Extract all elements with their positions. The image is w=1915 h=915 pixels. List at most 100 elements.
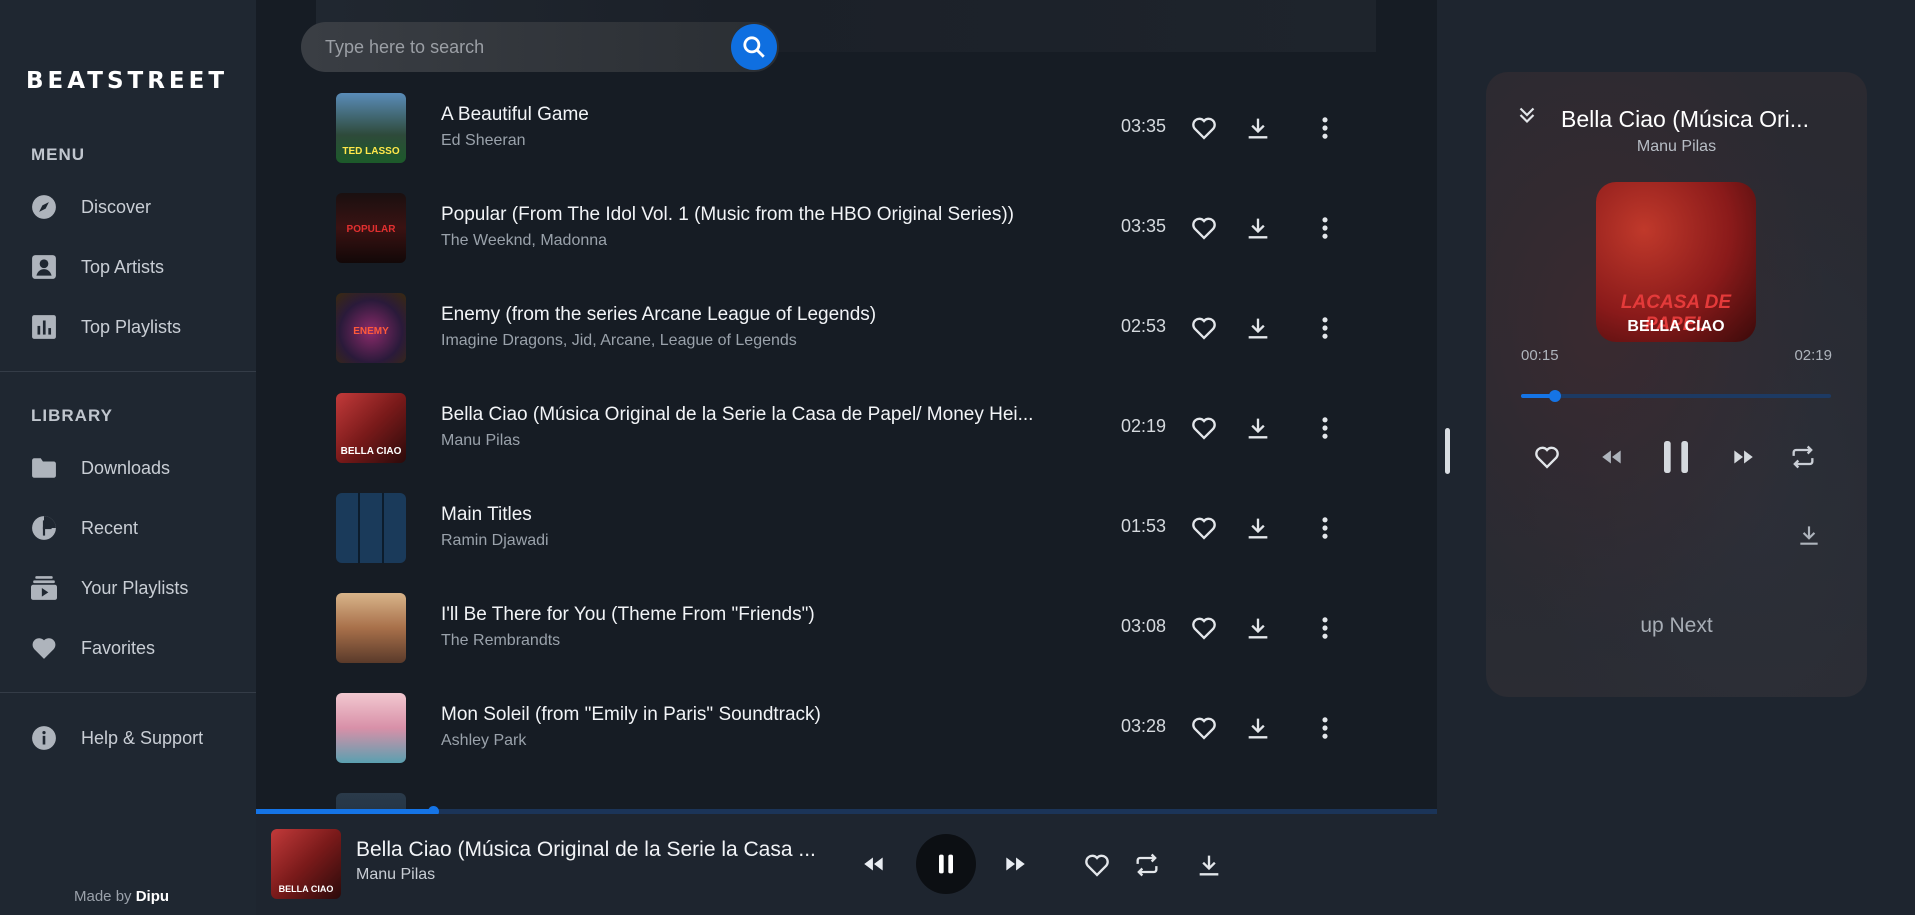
download-button[interactable] bbox=[1244, 514, 1272, 542]
song-row[interactable]: Main Titles Ramin Djawadi 01:53 bbox=[336, 478, 1366, 578]
song-artist[interactable]: Manu Pilas bbox=[441, 432, 520, 450]
more-options-button[interactable] bbox=[1311, 114, 1339, 142]
next-button[interactable] bbox=[1001, 850, 1029, 878]
pause-icon bbox=[1664, 441, 1688, 473]
heart-icon bbox=[32, 638, 56, 659]
download-button[interactable] bbox=[1244, 114, 1272, 142]
made-by-name[interactable]: Dipu bbox=[136, 888, 169, 905]
more-vertical-icon bbox=[1322, 517, 1328, 539]
download-button[interactable] bbox=[1244, 314, 1272, 342]
download-button[interactable] bbox=[1244, 714, 1272, 742]
chart-icon bbox=[32, 315, 56, 339]
search-input[interactable] bbox=[325, 22, 725, 72]
sidebar-item-top-playlists[interactable]: Top Playlists bbox=[31, 307, 241, 347]
like-button[interactable] bbox=[1190, 614, 1218, 642]
like-button[interactable] bbox=[1190, 414, 1218, 442]
panel-download-button[interactable] bbox=[1794, 520, 1824, 550]
album-art bbox=[336, 493, 406, 563]
more-options-button[interactable] bbox=[1311, 214, 1339, 242]
song-artist[interactable]: Ed Sheeran bbox=[441, 132, 526, 150]
sidebar-divider bbox=[0, 371, 256, 372]
song-row[interactable]: ENEMY Enemy (from the series Arcane Leag… bbox=[336, 278, 1366, 378]
song-artist[interactable]: The Rembrandts bbox=[441, 632, 560, 650]
album-art: TED LASSO bbox=[336, 93, 406, 163]
more-options-button[interactable] bbox=[1311, 314, 1339, 342]
heart-outline-icon bbox=[1192, 117, 1216, 140]
library-section-title: LIBRARY bbox=[31, 406, 113, 425]
more-options-button[interactable] bbox=[1311, 414, 1339, 442]
app-logo[interactable]: BEATSTREET bbox=[26, 68, 228, 94]
repeat-button[interactable] bbox=[1132, 850, 1162, 880]
song-row[interactable]: I'll Be There for You (Theme From "Frien… bbox=[336, 578, 1366, 678]
album-art-text: ENEMY bbox=[353, 326, 389, 337]
fast-forward-icon bbox=[1006, 857, 1025, 871]
sidebar-item-top-artists[interactable]: Top Artists bbox=[31, 247, 241, 287]
sidebar-item-discover[interactable]: Discover bbox=[31, 187, 241, 227]
sidebar-item-label: Top Playlists bbox=[81, 316, 182, 337]
panel-repeat-button[interactable] bbox=[1788, 442, 1818, 472]
sidebar-item-your-playlists[interactable]: Your Playlists bbox=[31, 568, 241, 608]
song-row[interactable]: BELLA CIAO Bella Ciao (Música Original d… bbox=[336, 378, 1366, 478]
play-pause-button[interactable] bbox=[916, 834, 976, 894]
more-vertical-icon bbox=[1322, 617, 1328, 639]
search-button[interactable] bbox=[731, 24, 777, 70]
sidebar-item-recent[interactable]: Recent bbox=[31, 508, 241, 548]
song-row[interactable]: POPULAR Popular (From The Idol Vol. 1 (M… bbox=[336, 178, 1366, 278]
sidebar-item-label: Favorites bbox=[81, 637, 156, 658]
now-playing-art-text: BELLA CIAO bbox=[278, 884, 334, 894]
song-artist[interactable]: Ashley Park bbox=[441, 732, 526, 750]
download-button[interactable] bbox=[1244, 614, 1272, 642]
download-icon bbox=[1248, 618, 1268, 639]
more-options-button[interactable] bbox=[1311, 714, 1339, 742]
song-duration: 02:19 bbox=[1120, 416, 1166, 436]
song-artist[interactable]: The Weeknd, Madonna bbox=[441, 232, 607, 250]
song-artist[interactable]: Imagine Dragons, Jid, Arcane, League of … bbox=[441, 332, 797, 350]
like-button[interactable] bbox=[1190, 114, 1218, 142]
song-title: Enemy (from the series Arcane League of … bbox=[441, 304, 877, 325]
player-like-button[interactable] bbox=[1082, 850, 1112, 880]
panel-next-button[interactable] bbox=[1728, 442, 1758, 472]
repeat-icon bbox=[1136, 853, 1158, 877]
album-art bbox=[336, 593, 406, 663]
player-download-button[interactable] bbox=[1194, 850, 1224, 880]
previous-button[interactable] bbox=[860, 850, 888, 878]
collapse-button[interactable] bbox=[1514, 102, 1540, 128]
panel-progress-knob[interactable] bbox=[1549, 390, 1562, 402]
heart-outline-icon bbox=[1192, 317, 1216, 340]
album-art-text: POPULAR bbox=[346, 224, 396, 235]
now-playing-title: Bella Ciao (Música Original de la Serie … bbox=[356, 838, 816, 861]
song-row[interactable]: Mon Soleil (from "Emily in Paris" Soundt… bbox=[336, 678, 1366, 778]
sidebar-item-help[interactable]: Help & Support bbox=[31, 718, 241, 758]
up-next-label[interactable]: up Next bbox=[1486, 614, 1867, 638]
panel-album-art-caption: BELLA CIAO bbox=[1627, 318, 1725, 335]
song-list-panel: TED LASSO A Beautiful Game Ed Sheeran 03… bbox=[256, 0, 1437, 809]
panel-like-button[interactable] bbox=[1532, 442, 1562, 472]
like-button[interactable] bbox=[1190, 514, 1218, 542]
song-row[interactable]: TED LASSO A Beautiful Game Ed Sheeran 03… bbox=[336, 78, 1366, 178]
panel-progress-bar[interactable] bbox=[1521, 390, 1831, 402]
song-row[interactable] bbox=[336, 778, 1366, 809]
download-icon bbox=[1248, 718, 1268, 739]
panel-previous-button[interactable] bbox=[1597, 442, 1627, 472]
now-playing-artist[interactable]: Manu Pilas bbox=[356, 866, 435, 884]
song-title: Mon Soleil (from "Emily in Paris" Soundt… bbox=[441, 704, 821, 725]
like-button[interactable] bbox=[1190, 714, 1218, 742]
album-art-text: TED LASSO bbox=[342, 146, 400, 157]
now-playing-art[interactable]: BELLA CIAO bbox=[271, 829, 341, 899]
download-icon bbox=[1248, 318, 1268, 339]
like-button[interactable] bbox=[1190, 214, 1218, 242]
like-button[interactable] bbox=[1190, 314, 1218, 342]
song-duration: 03:35 bbox=[1120, 216, 1166, 236]
song-artist[interactable]: Ramin Djawadi bbox=[441, 532, 549, 550]
download-button[interactable] bbox=[1244, 214, 1272, 242]
sidebar-item-favorites[interactable]: Favorites bbox=[31, 628, 241, 668]
sidebar-item-downloads[interactable]: Downloads bbox=[31, 448, 241, 488]
download-icon bbox=[1248, 218, 1268, 239]
panel-resize-handle[interactable] bbox=[1445, 428, 1450, 474]
download-button[interactable] bbox=[1244, 414, 1272, 442]
album-art bbox=[336, 693, 406, 763]
panel-play-pause-button[interactable] bbox=[1658, 436, 1694, 478]
panel-song-artist[interactable]: Manu Pilas bbox=[1486, 138, 1867, 156]
more-options-button[interactable] bbox=[1311, 614, 1339, 642]
more-options-button[interactable] bbox=[1311, 514, 1339, 542]
